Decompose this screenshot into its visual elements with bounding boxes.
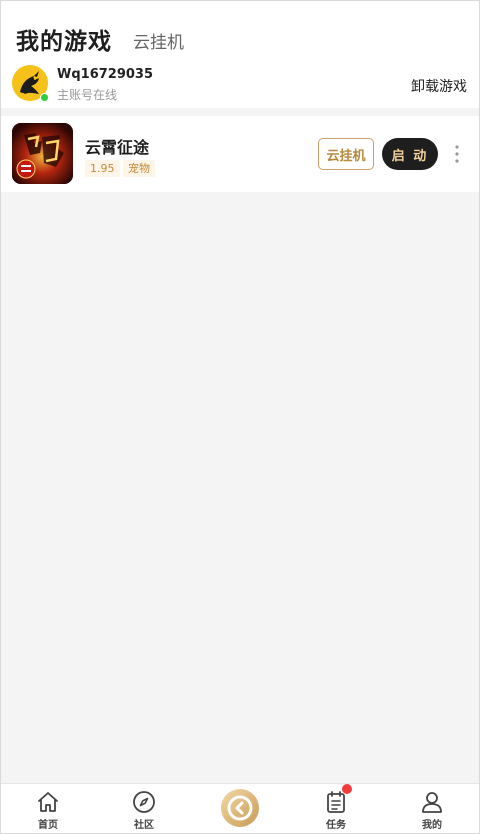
tab-cloud-hosting[interactable]: 云挂机 [133,28,184,53]
start-game-button[interactable]: 启 动 [382,138,438,170]
compass-icon [132,790,156,814]
account-status: 主账号在线 [57,88,118,102]
nav-community-label: 社区 [134,820,154,831]
game-title: 云霄征途 [85,138,150,157]
account-username: Wq16729035 [57,67,154,82]
bottom-navigation: 首页 社区 任务 我的 [0,783,480,834]
cloud-hosting-button[interactable]: 云挂机 [318,138,374,170]
game-cover-icon[interactable] [12,123,73,184]
online-status-dot [40,93,49,102]
user-icon [420,790,444,814]
brand-logo-icon[interactable] [221,789,259,827]
uninstall-game-button[interactable]: 卸载游戏 [411,76,467,96]
tab-my-games[interactable]: 我的游戏 [16,22,112,56]
nav-me-label: 我的 [422,820,442,831]
home-icon [36,790,60,814]
tasks-notification-badge [342,784,352,794]
nav-tasks-label: 任务 [326,820,346,831]
game-list-item[interactable]: 云霄征途 1.95 宠物 云挂机 启 动 [0,116,480,192]
nav-home-label: 首页 [38,820,58,831]
game-version-tag: 1.95 [85,160,120,177]
nav-home[interactable]: 首页 [18,784,78,834]
more-vertical-icon[interactable] [450,142,464,166]
nav-tasks[interactable]: 任务 [306,784,366,834]
nav-community[interactable]: 社区 [114,784,174,834]
top-header: 我的游戏 云挂机 Wq16729035 主账号在线 卸载游戏 [0,0,480,108]
game-category-tag: 宠物 [123,160,155,177]
nav-me[interactable]: 我的 [402,784,462,834]
